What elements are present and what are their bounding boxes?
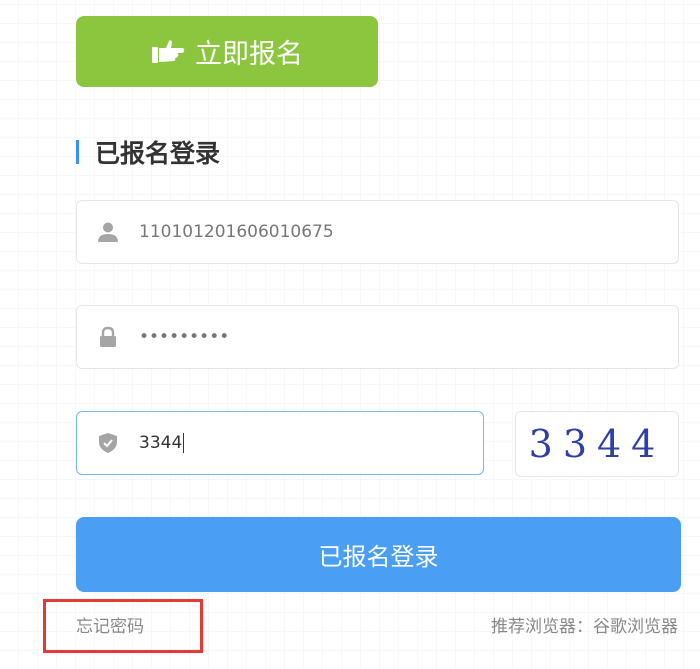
password-field[interactable]: •••••••••: [76, 305, 679, 369]
captcha-input-value: 3344: [139, 433, 185, 453]
password-value: •••••••••: [139, 327, 230, 347]
text-caret: [183, 433, 185, 453]
section-title: 已报名登录: [76, 138, 220, 168]
captcha-image-text: 3344: [528, 422, 666, 466]
shield-icon: [97, 432, 119, 454]
username-field[interactable]: 110101201606010675: [76, 200, 679, 264]
title-accent-bar: [76, 140, 79, 164]
section-title-text: 已报名登录: [95, 139, 221, 168]
register-now-label: 立即报名: [195, 39, 303, 70]
lock-icon: [97, 326, 119, 348]
login-button-label: 已报名登录: [318, 543, 439, 571]
login-button[interactable]: 已报名登录: [76, 517, 681, 592]
forgot-password-link[interactable]: 忘记密码: [76, 612, 144, 637]
pointing-hand-icon: [151, 39, 185, 65]
username-value: 110101201606010675: [139, 222, 334, 242]
register-now-button[interactable]: 立即报名: [76, 16, 378, 87]
user-icon: [97, 221, 119, 243]
captcha-field[interactable]: 3344: [76, 411, 484, 475]
login-panel: 立即报名 已报名登录 110101201606010675 •••••••••: [0, 0, 700, 669]
captcha-image[interactable]: 3344: [515, 411, 679, 477]
browser-recommendation: 推荐浏览器：谷歌浏览器: [491, 617, 678, 637]
